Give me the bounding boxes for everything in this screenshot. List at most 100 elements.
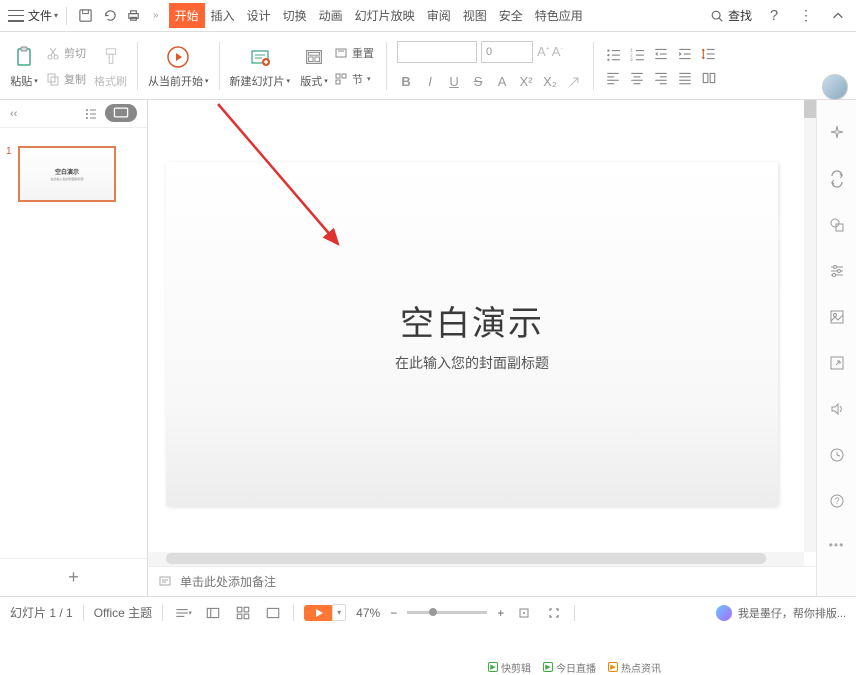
tab-start[interactable]: 开始 — [169, 3, 205, 28]
print-icon[interactable] — [123, 6, 143, 26]
user-avatar[interactable] — [822, 74, 848, 100]
history-icon[interactable] — [828, 446, 846, 464]
columns-button[interactable] — [700, 69, 718, 87]
normal-view-button[interactable] — [203, 603, 223, 623]
search-button[interactable]: 查找 — [710, 7, 752, 24]
bullets-button[interactable] — [604, 45, 622, 63]
align-center-button[interactable] — [628, 69, 646, 87]
thumbnail-item[interactable]: 1 空白演示 在此输入您的封面副标题 — [6, 146, 141, 202]
cut-button[interactable]: 剪切 — [44, 43, 88, 63]
play-from-current-button[interactable]: 从当前开始▾ — [148, 43, 209, 89]
file-menu[interactable]: 文件 ▾ — [28, 7, 58, 24]
hamburger-icon[interactable] — [8, 10, 24, 22]
copy-button[interactable]: 复制 — [44, 69, 88, 89]
clear-format-button[interactable] — [565, 73, 583, 91]
horizontal-scrollbar[interactable] — [148, 552, 804, 566]
tab-transition[interactable]: 切换 — [277, 3, 313, 28]
notes-input[interactable] — [180, 575, 806, 589]
indent-decrease-button[interactable] — [652, 45, 670, 63]
thumbnail-view-button[interactable] — [105, 104, 137, 122]
assistant-text[interactable]: 我是墨仔，帮你排版... — [738, 605, 846, 621]
fullscreen-button[interactable] — [544, 603, 564, 623]
tab-slideshow[interactable]: 幻灯片放映 — [349, 3, 421, 28]
horizontal-scrollbar-thumb[interactable] — [166, 553, 766, 564]
slideshow-menu-button[interactable]: ▾ — [332, 604, 346, 621]
underline-button[interactable]: U — [445, 73, 463, 91]
font-color-button[interactable]: A — [493, 73, 511, 91]
zoom-slider[interactable] — [407, 611, 487, 614]
undo-icon[interactable] — [99, 6, 119, 26]
tab-design[interactable]: 设计 — [241, 3, 277, 28]
zoom-out-button[interactable]: − — [390, 606, 397, 620]
sync-icon[interactable] — [828, 170, 846, 188]
slide-subtitle[interactable]: 在此输入您的封面副标题 — [395, 353, 549, 373]
notes-toggle-button[interactable]: ▾ — [173, 603, 193, 623]
reading-view-button[interactable] — [263, 603, 283, 623]
numbering-button[interactable]: 123 — [628, 45, 646, 63]
tab-animation[interactable]: 动画 — [313, 3, 349, 28]
settings-icon[interactable] — [828, 262, 846, 280]
vertical-scrollbar-thumb[interactable] — [804, 100, 816, 118]
taskbar-item[interactable]: ▶热点资讯 — [608, 660, 661, 675]
add-slide-button[interactable]: + — [0, 558, 147, 596]
font-increase-button[interactable]: A+ — [537, 44, 550, 59]
italic-button[interactable]: I — [421, 73, 439, 91]
zoom-level[interactable]: 47% — [356, 606, 380, 620]
panel-collapse-icon[interactable]: ‹‹ — [10, 108, 17, 120]
indent-increase-button[interactable] — [676, 45, 694, 63]
more-menu-icon[interactable]: ⋮ — [796, 6, 816, 26]
zoom-in-button[interactable]: + — [497, 606, 504, 620]
object-icon[interactable] — [828, 216, 846, 234]
save-icon[interactable] — [75, 6, 95, 26]
layout-button[interactable]: 版式▾ — [300, 43, 328, 89]
taskbar-item[interactable]: ▶快剪辑 — [488, 660, 531, 675]
tab-view[interactable]: 视图 — [457, 3, 493, 28]
fit-button[interactable] — [514, 603, 534, 623]
tab-security[interactable]: 安全 — [493, 3, 529, 28]
canvas-viewport[interactable]: 空白演示 在此输入您的封面副标题 — [148, 100, 816, 552]
template-icon[interactable] — [828, 308, 846, 326]
taskbar-item[interactable]: ▶今日直播 — [543, 660, 596, 675]
reset-button[interactable]: 重置 — [332, 43, 376, 63]
superscript-button[interactable]: X² — [517, 73, 535, 91]
zoom-slider-knob[interactable] — [429, 608, 437, 616]
paste-button[interactable]: 粘贴▾ — [10, 73, 38, 89]
format-brush-group[interactable]: 格式刷 — [94, 43, 127, 89]
new-slide-button[interactable]: 新建幻灯片▾ — [230, 43, 291, 89]
share-icon[interactable] — [828, 354, 846, 372]
bold-button[interactable]: B — [397, 73, 415, 91]
slide-canvas[interactable]: 空白演示 在此输入您的封面副标题 — [166, 162, 778, 506]
tab-insert[interactable]: 插入 — [205, 3, 241, 28]
font-decrease-button[interactable]: A- — [552, 44, 563, 59]
assistant-avatar[interactable] — [716, 605, 732, 621]
sorter-view-button[interactable] — [233, 603, 253, 623]
align-justify-button[interactable] — [676, 69, 694, 87]
font-name-input[interactable] — [397, 41, 477, 63]
line-spacing-button[interactable] — [700, 45, 718, 63]
slideshow-button[interactable] — [304, 605, 334, 621]
help-icon[interactable]: ? — [764, 6, 784, 26]
font-size-input[interactable] — [481, 41, 533, 63]
thumbnail-preview[interactable]: 空白演示 在此输入您的封面副标题 — [18, 146, 116, 202]
taskbar-partial: ▶快剪辑 ▶今日直播 ▶热点资讯 — [488, 660, 661, 674]
reset-label: 重置 — [352, 45, 374, 61]
theme-label[interactable]: Office 主题 — [94, 604, 152, 621]
more-icon[interactable]: ••• — [828, 538, 846, 552]
help-icon[interactable]: ? — [828, 492, 846, 510]
align-right-button[interactable] — [652, 69, 670, 87]
section-button[interactable]: 节▾ — [332, 69, 376, 89]
file-menu-label: 文件 — [28, 7, 52, 24]
slide-title[interactable]: 空白演示 — [400, 296, 544, 345]
strikethrough-button[interactable]: S — [469, 73, 487, 91]
audio-icon[interactable] — [828, 400, 846, 418]
outline-view-button[interactable] — [81, 104, 101, 124]
sparkle-icon[interactable] — [828, 124, 846, 142]
vertical-scrollbar[interactable] — [804, 100, 816, 552]
subscript-button[interactable]: X₂ — [541, 73, 559, 91]
paste-icon[interactable] — [10, 43, 38, 71]
tab-review[interactable]: 审阅 — [421, 3, 457, 28]
align-left-button[interactable] — [604, 69, 622, 87]
overflow-icon[interactable]: » — [153, 10, 159, 21]
tab-special[interactable]: 特色应用 — [529, 3, 589, 28]
collapse-ribbon-icon[interactable] — [828, 6, 848, 26]
